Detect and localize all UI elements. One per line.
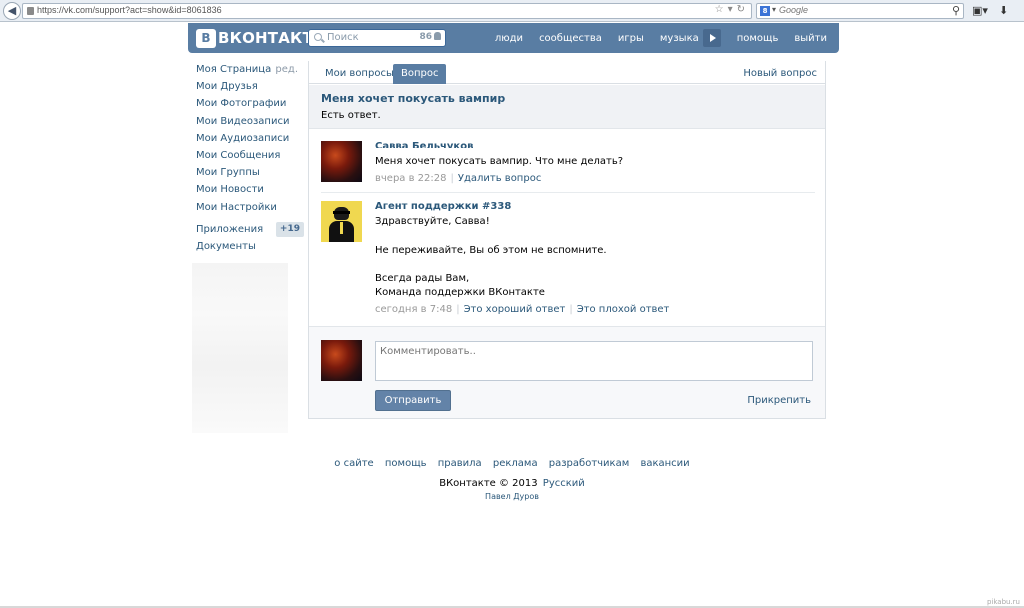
browser-toolbar: ◀ https://vk.com/support?act=show&id=806…: [0, 0, 1024, 22]
new-question-link[interactable]: Новый вопрос: [743, 64, 817, 84]
download-icon[interactable]: ⬇: [999, 4, 1008, 17]
tab-question[interactable]: Вопрос: [393, 64, 447, 84]
nav-help[interactable]: помощь: [737, 33, 779, 44]
answer-greeting: Здравствуйте, Савва!: [375, 216, 490, 227]
tabs: Мои вопросы Вопрос Новый вопрос: [309, 61, 825, 84]
footer-about[interactable]: о сайте: [334, 458, 373, 469]
post-author[interactable]: Савва Бельчуков: [375, 141, 473, 148]
left-menu: Моя Страница ред. Мои Друзья Мои Фотограф…: [190, 61, 306, 255]
post-meta: сегодня в 7:48 | Это хороший ответ | Это пло…: [375, 304, 670, 315]
watermark: pikabu.ru: [986, 598, 1020, 606]
comment-input[interactable]: [375, 341, 813, 381]
language-link[interactable]: Русский: [543, 478, 585, 489]
search-icon: [314, 33, 322, 41]
send-button[interactable]: Отправить: [375, 390, 451, 411]
menu-groups[interactable]: Мои Группы: [190, 164, 306, 181]
tab-my-questions[interactable]: Мои вопросы: [317, 64, 402, 84]
apps-badge: +19: [275, 221, 304, 237]
menu-apps[interactable]: Приложения +19: [190, 221, 306, 238]
menu-news[interactable]: Мои Новости: [190, 181, 306, 198]
vk-logo[interactable]: В ВКОНТАКТЕ: [196, 28, 323, 48]
nav-music[interactable]: музыка: [660, 33, 699, 44]
google-icon[interactable]: 8: [760, 6, 770, 16]
question-status: Есть ответ.: [321, 110, 381, 121]
menu-documents[interactable]: Документы: [190, 238, 306, 255]
menu-friends[interactable]: Мои Друзья: [190, 78, 306, 95]
answer-post: Агент поддержки #338 Здравствуйте, Савва…: [321, 201, 815, 321]
menu-messages[interactable]: Мои Сообщения: [190, 147, 306, 164]
answer-signature-1: Всегда рады Вам,: [375, 273, 470, 284]
nav-communities[interactable]: сообщества: [539, 33, 602, 44]
attach-link[interactable]: Прикрепить: [747, 395, 811, 406]
person-icon: [434, 32, 441, 40]
footer-help[interactable]: помощь: [385, 458, 427, 469]
answer-signature-2: Команда поддержки ВКонтакте: [375, 287, 545, 298]
reload-icon[interactable]: ↻: [737, 4, 745, 15]
bad-answer-link[interactable]: Это плохой ответ: [577, 304, 670, 315]
magnifier-icon[interactable]: ⚲: [952, 4, 960, 17]
search-input[interactable]: Поиск 86: [308, 29, 446, 47]
nav-games[interactable]: игры: [618, 33, 644, 44]
address-bar[interactable]: https://vk.com/support?act=show&id=80618…: [22, 3, 752, 19]
play-icon[interactable]: [702, 29, 721, 47]
post-text: Меня хочет покусать вампир. Что мне дела…: [375, 156, 624, 167]
support-content: Мои вопросы Вопрос Новый вопрос Меня хоч…: [308, 61, 826, 419]
dropdown-icon[interactable]: ▾: [728, 4, 733, 15]
browser-search-box[interactable]: 8 ▾ Google ⚲: [756, 3, 964, 19]
answer-body: Не переживайте, Вы об этом не вспомните.: [375, 245, 607, 256]
footer-author[interactable]: Павел Дуров: [0, 492, 1024, 501]
site-header: В ВКОНТАКТЕ Поиск 86 люди сообщества игр…: [188, 23, 839, 53]
footer-jobs[interactable]: вакансии: [640, 458, 689, 469]
nav-people[interactable]: люди: [495, 33, 523, 44]
url-text: https://vk.com/support?act=show&id=80618…: [37, 5, 222, 15]
question-header: Меня хочет покусать вампир Есть ответ.: [309, 85, 825, 129]
good-answer-link[interactable]: Это хороший ответ: [464, 304, 566, 315]
online-count: 86: [419, 32, 441, 42]
menu-audio[interactable]: Мои Аудиозаписи: [190, 130, 306, 147]
star-icon[interactable]: ☆: [715, 4, 724, 15]
bookmarks-icon[interactable]: ▣▾: [972, 4, 988, 17]
delete-question-link[interactable]: Удалить вопрос: [458, 173, 541, 184]
search-placeholder: Поиск: [327, 32, 359, 43]
avatar[interactable]: [321, 340, 362, 381]
avatar[interactable]: [321, 141, 362, 182]
avatar[interactable]: [321, 201, 362, 242]
browser-search-placeholder: Google: [779, 5, 809, 15]
post-time: сегодня в 7:48: [375, 304, 453, 315]
post-meta: вчера в 22:28 | Удалить вопрос: [375, 173, 542, 184]
comment-form: Отправить Прикрепить: [309, 326, 825, 418]
menu-photos[interactable]: Мои Фотографии: [190, 95, 306, 112]
engine-dropdown-icon[interactable]: ▾: [772, 5, 776, 14]
menu-settings[interactable]: Мои Настройки: [190, 199, 306, 216]
question-post: Савва Бельчуков Меня хочет покусать вамп…: [321, 141, 815, 193]
top-nav: люди сообщества игры музыка помощь выйти: [479, 23, 827, 53]
menu-edit-link[interactable]: ред.: [275, 61, 298, 78]
menu-videos[interactable]: Мои Видеозаписи: [190, 113, 306, 130]
ad-placeholder: [192, 263, 288, 433]
post-time: вчера в 22:28: [375, 173, 447, 184]
footer-ads[interactable]: реклама: [493, 458, 538, 469]
back-arrow-icon[interactable]: ◀: [3, 2, 21, 20]
footer-links: о сайте помощь правила реклама разработч…: [0, 458, 1024, 469]
post-author[interactable]: Агент поддержки #338: [375, 201, 511, 212]
lock-icon: [27, 7, 34, 15]
footer-copyright: ВКонтакте © 2013 Русский: [439, 478, 585, 489]
footer-rules[interactable]: правила: [438, 458, 482, 469]
menu-my-page[interactable]: Моя Страница ред.: [190, 61, 306, 78]
footer-developers[interactable]: разработчикам: [549, 458, 630, 469]
nav-logout[interactable]: выйти: [794, 33, 827, 44]
vk-logo-mark: В: [196, 28, 216, 48]
question-title: Меня хочет покусать вампир: [321, 92, 506, 105]
